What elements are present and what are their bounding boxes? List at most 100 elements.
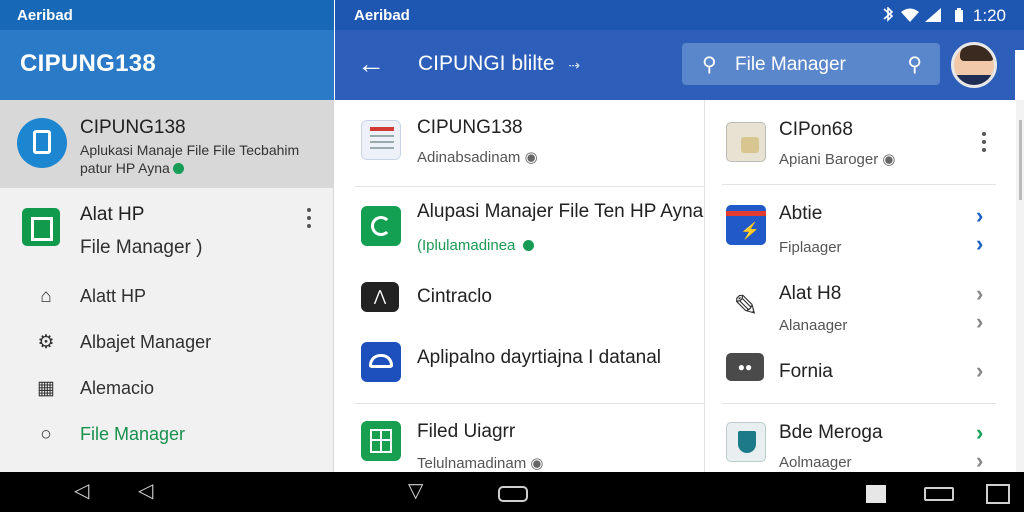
list-item[interactable]: Aplipalno dayrtiajna I datanal	[335, 340, 705, 400]
edit-icon[interactable]: ⇢	[568, 57, 580, 73]
verified-icon	[522, 240, 534, 251]
tool-icon: ⋀	[361, 282, 399, 312]
list-item[interactable]: Filed Uiagrr Telulnamadinam ◉	[335, 404, 705, 472]
item-subtitle: Adinabsadinam ◉	[417, 148, 538, 166]
scrollbar[interactable]	[1016, 100, 1024, 472]
item-subtitle: Aolmaager	[779, 454, 852, 471]
top-app-bar: ← CIPUNGI blilte ⇢ ⚲ File Manager ⚲	[335, 30, 1024, 100]
app-description-line1: Aplukasi Manaje File File Tecbahim	[80, 142, 300, 158]
item-subtitle-text: Adinabsadinam	[417, 149, 521, 166]
item-title: Bde Meroga	[779, 422, 883, 443]
chevron-right-icon[interactable]: ›	[976, 420, 983, 446]
back-arrow-icon[interactable]: ←	[357, 50, 385, 78]
item-title: Filed Uiagrr	[417, 421, 516, 442]
nav-item-alemacio[interactable]: ▦ Alemacio	[0, 366, 334, 412]
item-subtitle: Alanaager	[779, 317, 848, 334]
list-item[interactable]: ⚡ Abtie Fiplaager › ›	[706, 185, 1016, 265]
carrier-label: Aeribad	[17, 7, 73, 24]
app-title: CIPUNG138	[20, 50, 157, 77]
circle-icon: ○	[40, 424, 52, 445]
grid-nav-icon[interactable]	[986, 484, 1010, 504]
item-title: CIPon68	[779, 119, 853, 140]
more-options-icon[interactable]	[982, 132, 986, 156]
app-root: Aeribad CIPUNG138 CIPUNG138 Aplukasi Man…	[0, 0, 1024, 512]
list-item[interactable]: ⋀ Cintraclo	[335, 280, 705, 340]
alat-hp-subtitle: File Manager )	[80, 237, 203, 258]
recents-nav-icon[interactable]	[498, 486, 528, 502]
battery-icon	[955, 10, 963, 22]
list-item[interactable]: ✎ Alat H8 Alanaager › ›	[706, 265, 1016, 345]
item-subtitle: Telulnamadinam ◉	[417, 454, 544, 472]
app-list: CIPUNG138 Adinabsadinam ◉ Alupasi Manaje…	[335, 100, 705, 472]
shield-check-icon[interactable]	[866, 485, 886, 503]
left-status-bar: Aeribad	[0, 0, 334, 30]
status-bar: Aeribad 1:20	[335, 0, 1024, 30]
chevron-right-icon[interactable]: ›	[976, 358, 983, 384]
item-title: Cintraclo	[417, 286, 492, 307]
chevron-right-icon[interactable]: ›	[976, 281, 983, 307]
info-icon: ◉	[882, 151, 896, 168]
spreadsheet-icon	[361, 421, 401, 461]
list-item[interactable]: CIPUNG138 Adinabsadinam ◉	[335, 100, 705, 186]
overflow-menu-edge	[1015, 50, 1024, 106]
chevron-right-icon[interactable]: ›	[976, 231, 983, 257]
signal-icon	[925, 8, 941, 22]
verified-icon	[172, 163, 184, 174]
screen-title: CIPUNGI blilte ⇢	[418, 52, 580, 76]
nav-item-file-manager[interactable]: ○ File Manager	[0, 412, 334, 458]
bolt-icon: ⚡	[726, 205, 766, 245]
item-title: Alat H8	[779, 283, 842, 304]
back-nav-icon-secondary[interactable]: ◁	[138, 481, 153, 501]
refresh-icon	[361, 206, 401, 246]
tools-list: CIPon68 Apiani Baroger ◉ ⚡ Abtie Fiplaag…	[706, 100, 1016, 474]
wrench-icon: ✎	[726, 287, 766, 327]
chevron-right-icon[interactable]: ›	[976, 448, 983, 474]
app-name: CIPUNG138	[80, 117, 186, 138]
window-icon[interactable]	[924, 487, 954, 501]
list-item[interactable]: Bde Meroga Aolmaager › ›	[706, 404, 1016, 474]
search-bar[interactable]: ⚲ File Manager ⚲	[682, 43, 940, 85]
app-description: Aplukasi Manaje File File Tecbahim patur…	[80, 141, 320, 177]
carrier-label: Aeribad	[354, 7, 410, 24]
nav-item-albajet-manager[interactable]: ⚙ Albajet Manager	[0, 320, 334, 366]
search-placeholder: File Manager	[735, 54, 846, 75]
left-app-bar: CIPUNG138	[0, 30, 334, 100]
nav-item-label: Alemacio	[80, 378, 155, 398]
item-subtitle-text: Apiani Baroger	[779, 151, 879, 168]
chevron-right-icon[interactable]: ›	[976, 203, 983, 229]
app-info-card[interactable]: CIPUNG138 Aplukasi Manaje File File Tecb…	[0, 100, 334, 188]
files-icon	[726, 122, 766, 162]
system-nav-bar: ◁ ◁ ▽	[0, 472, 1024, 512]
gear-icon: ⚙	[37, 332, 55, 353]
nav-item-label: Albajet Manager	[80, 332, 212, 352]
list-item[interactable]: CIPon68 Apiani Baroger ◉	[706, 100, 1016, 184]
search-button-icon[interactable]: ⚲	[907, 52, 922, 77]
item-subtitle: Fiplaager	[779, 239, 842, 256]
app-description-line2: patur HP Ayna	[80, 160, 170, 176]
cloud-icon	[361, 342, 401, 382]
avatar[interactable]	[951, 42, 997, 88]
home-nav-icon[interactable]: ▽	[408, 481, 423, 501]
item-subtitle: Apiani Baroger ◉	[779, 150, 896, 168]
item-subtitle: (Iplulamadinea	[417, 237, 534, 254]
more-options-icon[interactable]	[307, 208, 311, 232]
alat-hp-title: Alat HP	[80, 204, 145, 225]
search-icon: ⚲	[702, 54, 717, 76]
file-manager-app-icon	[22, 208, 60, 246]
status-icons	[883, 7, 963, 22]
home-icon: ⌂	[40, 286, 52, 307]
alat-hp-item[interactable]: Alat HP File Manager )	[0, 190, 334, 270]
item-subtitle-text: Telulnamadinam	[417, 455, 527, 472]
nav-item-label: Alatt HP	[80, 286, 147, 306]
back-nav-icon[interactable]: ◁	[74, 481, 89, 501]
info-icon: ◉	[524, 149, 538, 166]
app-logo-icon	[17, 118, 67, 168]
chevron-right-icon[interactable]: ›	[976, 309, 983, 335]
list-item[interactable]: ●● Fornia ›	[706, 345, 1016, 405]
nav-item-alatt-hp[interactable]: ⌂ Alatt HP	[0, 274, 334, 320]
screen-title-text: CIPUNGI blilte	[418, 52, 555, 75]
nav-item-label: File Manager	[80, 424, 186, 444]
binoculars-icon: ●●	[726, 353, 764, 381]
item-title: CIPUNG138	[417, 117, 523, 138]
list-item[interactable]: Alupasi Manajer File Ten HP Ayna (Iplula…	[335, 187, 705, 279]
